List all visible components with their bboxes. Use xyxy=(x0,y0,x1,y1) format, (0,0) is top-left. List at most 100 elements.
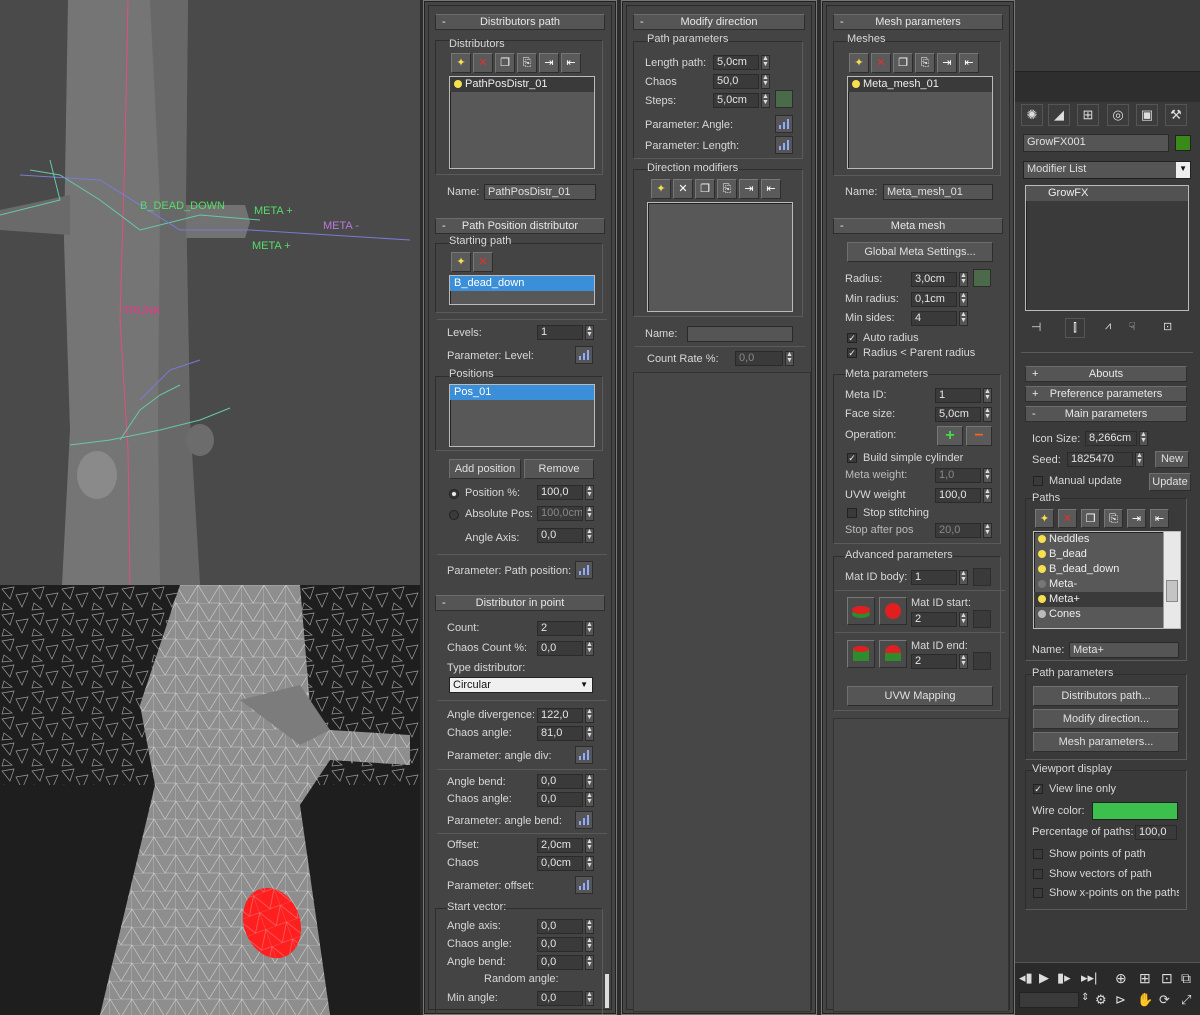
move-up-icon[interactable]: ⇤ xyxy=(761,179,781,199)
meta-weight-spinner[interactable]: 1,0 xyxy=(935,468,981,483)
pan-icon[interactable]: ✋ xyxy=(1137,992,1153,1008)
chaos-angle2-spinner[interactable]: 0,0 xyxy=(537,792,583,807)
absolute-pos-spinner[interactable]: 100,0cm xyxy=(537,506,583,521)
spinner-arrows[interactable]: ▲ ▼ xyxy=(761,74,770,89)
spinner-arrows[interactable]: ▲ ▼ xyxy=(585,621,594,636)
auto-radius-checkbox[interactable]: ✓ xyxy=(847,333,857,343)
spinner-arrows[interactable]: ▲ ▼ xyxy=(983,407,992,422)
time-config-icon[interactable]: ⚙ xyxy=(1095,992,1107,1008)
move-down-icon[interactable]: ⇥ xyxy=(539,53,559,73)
zoom-extents-icon[interactable]: ⊡ xyxy=(1161,970,1173,987)
min-sides-spinner[interactable]: 4 xyxy=(911,311,957,326)
material-list-icon[interactable] xyxy=(973,568,991,586)
move-up-icon[interactable]: ⇤ xyxy=(561,53,581,73)
view-line-only-checkbox[interactable]: ✓ xyxy=(1033,784,1043,794)
seed-spinner[interactable]: 1825470 xyxy=(1067,452,1133,467)
last-frame-icon[interactable]: ▸▸| xyxy=(1081,970,1097,986)
curve-graph-icon[interactable] xyxy=(575,561,593,579)
sv-angle-axis-spinner[interactable]: 0,0 xyxy=(537,919,583,934)
stop-stitching-checkbox[interactable] xyxy=(847,508,857,518)
offset-spinner[interactable]: 2,0cm xyxy=(537,838,583,853)
angle-axis-spinner[interactable]: 0,0 xyxy=(537,528,583,543)
spinner-arrows[interactable]: ▲ ▼ xyxy=(585,792,594,807)
paste-icon[interactable]: ⎘ xyxy=(915,53,935,73)
list-item[interactable]: Meta_mesh_01 xyxy=(848,77,992,92)
min-radius-spinner[interactable]: 0,1cm xyxy=(911,292,957,307)
spinner-arrows[interactable]: ▲ ▼ xyxy=(959,654,968,669)
spinner-arrows[interactable]: ▲ ▼ xyxy=(959,292,968,307)
count-rate-spinner[interactable]: 0,0 xyxy=(735,351,783,366)
field-of-view-icon[interactable]: ⊳ xyxy=(1115,992,1126,1008)
next-frame-icon[interactable]: ▮▸ xyxy=(1057,970,1071,986)
copy-icon[interactable]: ❐ xyxy=(893,53,913,73)
modify-icon[interactable]: ◢ xyxy=(1048,104,1070,126)
spinner-arrows[interactable]: ▲ ▼ xyxy=(983,468,992,483)
list-item[interactable]: B_dead_down xyxy=(1034,562,1180,577)
delete-icon[interactable]: ✕ xyxy=(871,53,891,73)
add-position-button[interactable]: Add position xyxy=(449,459,521,479)
curve-graph-icon[interactable] xyxy=(775,136,793,154)
new-icon[interactable]: ✦ xyxy=(451,252,471,272)
distributor-in-point-rollout[interactable]: - Distributor in point xyxy=(435,595,605,611)
modifier-stack[interactable]: GrowFX xyxy=(1025,185,1189,311)
spinner-arrows[interactable]: ▲ ▼ xyxy=(1135,452,1144,467)
meshes-list[interactable]: Meta_mesh_01 xyxy=(847,76,993,169)
make-unique-icon[interactable]: ⩘ xyxy=(1105,320,1111,333)
configure-sets-icon[interactable]: ⊡ xyxy=(1163,320,1172,333)
direction-modifiers-list[interactable] xyxy=(647,202,793,312)
abouts-rollout[interactable]: + Abouts xyxy=(1025,366,1187,382)
distributors-list[interactable]: PathPosDistr_01 xyxy=(449,76,595,169)
show-vectors-checkbox[interactable] xyxy=(1033,869,1043,879)
spinner-arrows[interactable]: ▲ ▼ xyxy=(585,641,594,656)
meta-id-spinner[interactable]: 1 xyxy=(935,388,981,403)
position-pct-radio[interactable] xyxy=(449,489,459,499)
utilities-icon[interactable]: ⚒ xyxy=(1165,104,1187,126)
list-item[interactable]: Cones xyxy=(1034,607,1180,622)
display-icon[interactable]: ▣ xyxy=(1136,104,1158,126)
frame-spinner-icon[interactable]: ⇕ xyxy=(1081,992,1089,1003)
cap-end-round-icon[interactable] xyxy=(879,640,907,668)
new-seed-button[interactable]: New xyxy=(1155,451,1189,468)
radius-parent-checkbox[interactable]: ✓ xyxy=(847,348,857,358)
levels-spinner[interactable]: 1 xyxy=(537,325,583,340)
delete-icon[interactable]: ✕ xyxy=(473,53,493,73)
spinner-arrows[interactable]: ▲ ▼ xyxy=(959,612,968,627)
curve-graph-icon[interactable] xyxy=(575,876,593,894)
delete-icon[interactable]: ✕ xyxy=(673,179,693,199)
spinner-arrows[interactable]: ▲ ▼ xyxy=(959,311,968,326)
list-item[interactable]: PathPosDistr_01 xyxy=(450,77,594,92)
steps-spinner[interactable]: 5,0cm xyxy=(713,93,759,108)
new-icon[interactable]: ✦ xyxy=(849,53,869,73)
motion-icon[interactable]: ◎ xyxy=(1107,104,1129,126)
spinner-arrows[interactable]: ▲ ▼ xyxy=(585,838,594,853)
face-size-spinner[interactable]: 5,0cm xyxy=(935,407,981,422)
paste-icon[interactable]: ⎘ xyxy=(717,179,737,199)
list-item[interactable]: Meta- xyxy=(1034,577,1180,592)
modify-direction-button[interactable]: Modify direction... xyxy=(1033,709,1179,729)
spinner-arrows[interactable]: ▲ ▼ xyxy=(585,919,594,934)
remove-modifier-icon[interactable]: ☟ xyxy=(1129,320,1136,333)
icon-size-spinner[interactable]: 8,266cm xyxy=(1085,431,1137,446)
stack-item[interactable]: GrowFX xyxy=(1026,186,1188,201)
spinner-arrows[interactable]: ▲ ▼ xyxy=(983,523,992,538)
move-up-icon[interactable]: ⇤ xyxy=(959,53,979,73)
mesh-parameters-button[interactable]: Mesh parameters... xyxy=(1033,732,1179,752)
path-name-field[interactable]: Meta+ xyxy=(1069,642,1179,658)
paths-scrollbar[interactable] xyxy=(1163,532,1180,628)
move-down-icon[interactable]: ⇥ xyxy=(937,53,957,73)
scrollbar[interactable] xyxy=(605,974,609,1008)
distributors-path-button[interactable]: Distributors path... xyxy=(1033,686,1179,706)
chaos-spinner[interactable]: 0,0cm xyxy=(537,856,583,871)
global-meta-settings-button[interactable]: Global Meta Settings... xyxy=(847,242,993,262)
show-end-result-icon[interactable]: ⫿ xyxy=(1065,318,1085,338)
spinner-arrows[interactable]: ▲ ▼ xyxy=(585,955,594,970)
path-position-rollout[interactable]: - Path Position distributor xyxy=(435,218,605,234)
position-pct-spinner[interactable]: 100,0 xyxy=(537,485,583,500)
curve-graph-icon[interactable] xyxy=(775,115,793,133)
distributors-path-rollout[interactable]: - Distributors path xyxy=(435,14,605,30)
prev-frame-icon[interactable]: ◂▮ xyxy=(1019,970,1033,986)
spinner-arrows[interactable]: ▲ ▼ xyxy=(959,570,968,585)
modify-direction-rollout[interactable]: - Modify direction xyxy=(633,14,805,30)
move-down-icon[interactable]: ⇥ xyxy=(739,179,759,199)
angle-div-spinner[interactable]: 122,0 xyxy=(537,708,583,723)
